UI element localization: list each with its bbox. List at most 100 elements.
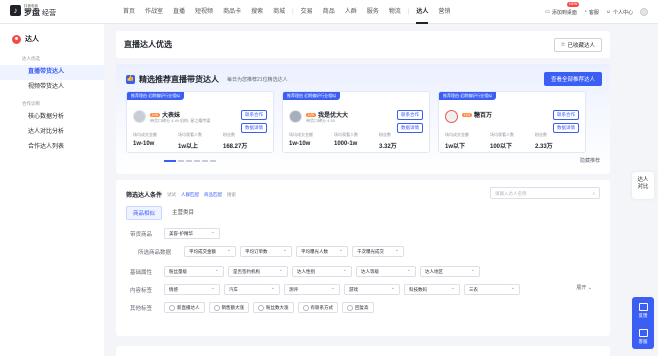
other-tag-checkbox[interactable]: 粉丝数大涨: [253, 302, 294, 313]
sidebar-item[interactable]: 合作达人列表: [0, 140, 104, 155]
search-input[interactable]: 请输入达人名称 ⌕: [490, 187, 600, 199]
stat-label: 粉丝数: [535, 132, 547, 137]
nav-item[interactable]: 短视频: [190, 0, 218, 24]
nav-item[interactable]: 首页: [118, 0, 140, 24]
douyin-logo-icon: ♪: [10, 5, 21, 17]
favorited-influencers-button[interactable]: ☆ 已收藏达人: [553, 38, 602, 52]
content-tag-select[interactable]: 测评: [284, 284, 340, 295]
content-tag-row: 内容标签 情感汽车测评游戏科技数码三农: [130, 284, 520, 295]
main-content: 直播达人优选 ☆ 已收藏达人 👍 精选推荐直播带货达人 每日为您推荐21位精选达…: [116, 31, 610, 336]
data-metric-select[interactable]: 平均曝光人数: [296, 246, 348, 257]
avatar[interactable]: [640, 8, 648, 16]
nav-item[interactable]: 服务: [362, 0, 384, 24]
data-metric-select[interactable]: 千次曝光成交: [352, 246, 404, 257]
desktop-icon: ▭: [545, 9, 550, 15]
audience-match-link[interactable]: 人群匹配: [181, 192, 199, 198]
chevron-down-icon: ⌄: [587, 285, 592, 291]
float-tools: 反馈 客服: [632, 297, 654, 349]
service-button[interactable]: 客服: [632, 323, 654, 349]
contact-button[interactable]: 联系合作: [397, 110, 423, 120]
recommend-card: 推荐理由 近期偏好行业相似 LV5 大表妹 带货口碑分 4.49 机构: 星之耀传媒联…: [126, 91, 274, 153]
avatar[interactable]: [289, 110, 302, 123]
content-tag-select[interactable]: 汽车: [224, 284, 280, 295]
nav-item[interactable]: 交易: [296, 0, 318, 24]
personal-center-button[interactable]: ☺ 个人中心: [606, 9, 633, 16]
sidebar-item[interactable]: 视频带货达人: [0, 80, 104, 95]
other-tag-checkbox[interactable]: 回复高: [342, 302, 374, 313]
stat-value: 3.32万: [379, 144, 397, 150]
data-metric-select[interactable]: 平均订单数: [240, 246, 292, 257]
sidebar-item[interactable]: 核心数据分析: [0, 110, 104, 125]
stat-item: 场均成交金额 1w以下: [445, 132, 490, 150]
add-to-desktop-button[interactable]: ▭ 添加到桌面 NEW: [545, 1, 580, 16]
results-panel: [116, 346, 610, 356]
nav-item[interactable]: 商城: [268, 0, 290, 24]
main-nav: 首页 作战室 直播 短视频 商品卡 搜索 商城 | 交易 商品 人群 服务 物流 | 达人 营销: [118, 0, 455, 24]
other-tag-checkbox[interactable]: 销售额大涨: [208, 302, 249, 313]
view-all-recommended-button[interactable]: 查看全部推荐达人: [543, 72, 602, 86]
content-tag-select[interactable]: 游戏: [344, 284, 400, 295]
nav-item[interactable]: 商品卡: [218, 0, 246, 24]
contact-button[interactable]: 联系合作: [241, 110, 267, 120]
filter-header: 筛选达人条件 试试 人群匹配 商品匹配 搜索: [126, 191, 237, 200]
nav-item[interactable]: 营销: [433, 0, 455, 24]
product-match-link[interactable]: 商品匹配: [204, 192, 222, 198]
basic-attr-select[interactable]: 是否签约机构: [228, 266, 288, 277]
stat-value: 1000-1w: [334, 141, 358, 147]
brand-logo[interactable]: ♪ 抖音电商 罗盘 经营: [10, 4, 56, 17]
recommend-panel: 👍 精选推荐直播带货达人 每日为您推荐21位精选达人 查看全部推荐达人 推荐理由…: [116, 64, 610, 174]
avatar[interactable]: [133, 110, 146, 123]
basic-attr-select[interactable]: 达人性别: [292, 266, 352, 277]
goods-select[interactable]: 美容-护精华: [164, 228, 220, 239]
new-badge: NEW: [567, 1, 580, 7]
contact-button[interactable]: 联系合作: [553, 110, 579, 120]
basic-attr-select[interactable]: 达人地区: [420, 266, 480, 277]
kefu-button[interactable]: ◔ 客服: [584, 9, 599, 16]
stat-label: 场均成交金额: [289, 132, 313, 137]
basic-attr-select[interactable]: 达人等级: [356, 266, 416, 277]
other-tag-row: 其他标签 新直播达人 销售额大涨 粉丝数大涨 有联系方式 回复高: [130, 302, 374, 313]
nav-item[interactable]: 商品: [318, 0, 340, 24]
expand-button[interactable]: 展开 ⌄: [576, 284, 592, 291]
thumbs-up-icon: 👍: [126, 75, 135, 84]
compare-float-button[interactable]: 达人对比: [632, 172, 654, 199]
name-text: 糖百万: [473, 113, 492, 119]
stat-item: 场均观看人数 1000-1w: [334, 132, 379, 150]
nav-item[interactable]: 直播: [168, 0, 190, 24]
card-actions: 联系合作 数据详情: [241, 110, 267, 133]
content-tag-select[interactable]: 科技数码: [404, 284, 460, 295]
star-icon: ☆: [560, 42, 566, 48]
sidebar-item[interactable]: 达人对比分析: [0, 125, 104, 140]
influencer-icon: [12, 34, 21, 44]
nav-item[interactable]: 人群: [340, 0, 362, 24]
data-metric-select[interactable]: 平均成交金额: [184, 246, 236, 257]
level-badge: LV5: [150, 112, 160, 117]
sidebar-item[interactable]: 直播带货达人: [0, 65, 104, 80]
nav-item[interactable]: 搜索: [246, 0, 268, 24]
headset-icon: ◔: [583, 9, 587, 15]
carousel-dots[interactable]: [164, 160, 216, 162]
nav-item[interactable]: 物流: [384, 0, 406, 24]
content-tag-select[interactable]: 情感: [164, 284, 220, 295]
content-tag-select[interactable]: 三农: [464, 284, 520, 295]
sidebar: 达人 达人优选 直播带货达人 视频带货达人 合作诊断 核心数据分析 达人对比分析 合作达人列…: [0, 24, 104, 356]
level-badge: LV3: [462, 112, 472, 117]
stat-value: 100以下: [490, 144, 513, 150]
nav-item[interactable]: 作战室: [140, 0, 168, 24]
basic-attr-select[interactable]: 粉丝量级: [164, 266, 224, 277]
filter-tab[interactable]: 商品相似: [126, 206, 163, 220]
stat-label: 场均成交金额: [445, 132, 469, 137]
feedback-button[interactable]: 反馈: [632, 297, 654, 323]
other-tag-checkbox[interactable]: 有联系方式: [297, 302, 338, 313]
recommend-card: 推荐理由 近期偏好行业相似 LV3 糖百万 联系合作 数据详情 场均成交金额 1w以下 场均观…: [438, 91, 586, 153]
nav-item[interactable]: 达人: [411, 0, 433, 24]
influencer-name[interactable]: LV3 糖百万: [462, 110, 492, 119]
filter-tabs: 商品相似 主营类目: [126, 206, 200, 220]
stat-label: 粉丝数: [223, 132, 235, 137]
avatar[interactable]: [445, 110, 458, 123]
other-tag-checkbox[interactable]: 新直播达人: [164, 302, 205, 313]
influencer-meta: 带货口碑分 4.93: [306, 118, 335, 123]
filter-tab[interactable]: 主营类目: [166, 206, 200, 220]
stat-item: 场均成交金额 1w-10w: [289, 132, 334, 150]
hide-recommend-button[interactable]: 隐藏推荐: [580, 157, 600, 164]
